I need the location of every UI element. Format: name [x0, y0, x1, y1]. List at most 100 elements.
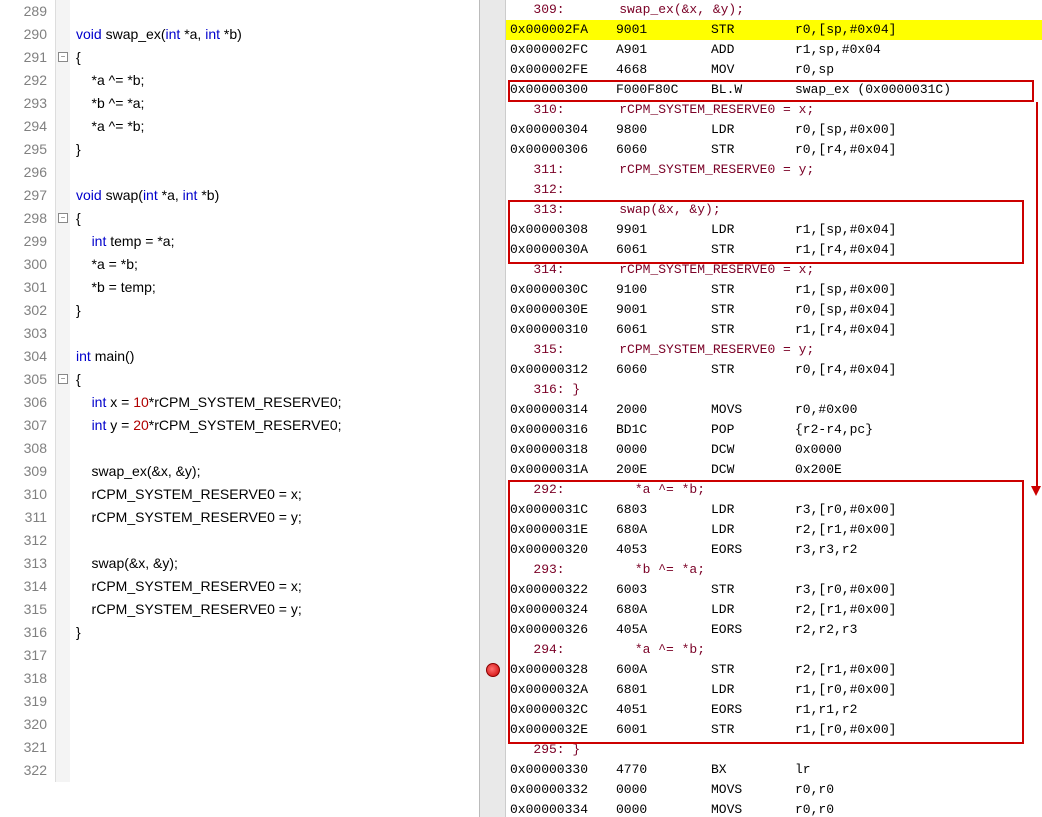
fold-gutter[interactable] [56, 230, 70, 253]
disasm-instruction[interactable]: 0x000002FA9001STRr0,[sp,#0x04] [506, 20, 1042, 40]
source-line[interactable]: 306 int x = 10*rCPM_SYSTEM_RESERVE0; [0, 391, 479, 414]
disasm-instruction[interactable]: 0x000003106061STRr1,[r4,#0x04] [506, 320, 1042, 340]
source-code-text[interactable]: void swap_ex(int *a, int *b) [70, 23, 242, 46]
source-line[interactable]: 310 rCPM_SYSTEM_RESERVE0 = x; [0, 483, 479, 506]
fold-gutter[interactable]: − [56, 46, 70, 69]
disasm-source-line[interactable]: 311: rCPM_SYSTEM_RESERVE0 = y; [506, 160, 1042, 180]
source-code-text[interactable]: } [70, 299, 81, 322]
source-line[interactable]: 312 [0, 529, 479, 552]
source-line[interactable]: 316} [0, 621, 479, 644]
fold-gutter[interactable] [56, 0, 70, 23]
disasm-instruction[interactable]: 0x000003204053EORSr3,r3,r2 [506, 540, 1042, 560]
fold-gutter[interactable] [56, 391, 70, 414]
source-code-text[interactable]: *a = *b; [70, 253, 138, 276]
fold-gutter[interactable] [56, 483, 70, 506]
source-line[interactable]: 322 [0, 759, 479, 782]
fold-gutter[interactable]: − [56, 207, 70, 230]
source-code-text[interactable] [70, 161, 76, 184]
source-code-text[interactable]: rCPM_SYSTEM_RESERVE0 = x; [70, 575, 302, 598]
disasm-instruction[interactable]: 0x000003049800LDRr0,[sp,#0x00] [506, 120, 1042, 140]
disasm-instruction[interactable]: 0x00000300F000F80CBL.Wswap_ex (0x0000031… [506, 80, 1042, 100]
fold-gutter[interactable] [56, 322, 70, 345]
source-code-text[interactable]: } [70, 138, 81, 161]
fold-gutter[interactable] [56, 621, 70, 644]
source-line[interactable]: 302} [0, 299, 479, 322]
disasm-instruction[interactable]: 0x000002FE4668MOVr0,sp [506, 60, 1042, 80]
source-code-text[interactable]: swap_ex(&x, &y); [70, 460, 200, 483]
source-code-text[interactable]: rCPM_SYSTEM_RESERVE0 = x; [70, 483, 302, 506]
source-code-text[interactable]: void swap(int *a, int *b) [70, 184, 219, 207]
source-code-text[interactable] [70, 736, 76, 759]
source-code-text[interactable] [70, 690, 76, 713]
disasm-source-line[interactable]: 312: [506, 180, 1042, 200]
source-line[interactable]: 304int main() [0, 345, 479, 368]
disasm-instruction[interactable]: 0x0000030A6061STRr1,[r4,#0x04] [506, 240, 1042, 260]
source-line[interactable]: 296 [0, 161, 479, 184]
source-code-text[interactable] [70, 529, 76, 552]
source-line[interactable]: 321 [0, 736, 479, 759]
disasm-instruction[interactable]: 0x000003320000MOVSr0,r0 [506, 780, 1042, 800]
disasm-instruction[interactable]: 0x00000316BD1CPOP{r2-r4,pc} [506, 420, 1042, 440]
source-line[interactable]: 320 [0, 713, 479, 736]
source-line[interactable]: 289 [0, 0, 479, 23]
source-line[interactable]: 301 *b = temp; [0, 276, 479, 299]
fold-gutter[interactable] [56, 690, 70, 713]
disasm-source-line[interactable]: 316: } [506, 380, 1042, 400]
fold-gutter[interactable] [56, 115, 70, 138]
breakpoint-icon[interactable] [486, 663, 500, 677]
fold-gutter[interactable] [56, 460, 70, 483]
source-line[interactable]: 300 *a = *b; [0, 253, 479, 276]
source-code-text[interactable] [70, 713, 76, 736]
disasm-instruction[interactable]: 0x00000328600ASTRr2,[r1,#0x00] [506, 660, 1042, 680]
source-code-text[interactable]: *a ^= *b; [70, 115, 144, 138]
source-line[interactable]: 298−{ [0, 207, 479, 230]
source-code-text[interactable]: int temp = *a; [70, 230, 174, 253]
disasm-instruction[interactable]: 0x000003126060STRr0,[r4,#0x04] [506, 360, 1042, 380]
source-line[interactable]: 291−{ [0, 46, 479, 69]
disasm-instruction[interactable]: 0x000002FCA901ADDr1,sp,#0x04 [506, 40, 1042, 60]
disasm-instruction[interactable]: 0x000003142000MOVSr0,#0x00 [506, 400, 1042, 420]
source-code-text[interactable]: { [70, 368, 81, 391]
fold-gutter[interactable] [56, 69, 70, 92]
fold-gutter[interactable] [56, 713, 70, 736]
fold-gutter[interactable] [56, 299, 70, 322]
fold-gutter[interactable] [56, 506, 70, 529]
source-code-text[interactable]: } [70, 621, 81, 644]
source-code-text[interactable]: *a ^= *b; [70, 69, 144, 92]
fold-gutter[interactable] [56, 253, 70, 276]
fold-gutter[interactable] [56, 345, 70, 368]
source-line[interactable]: 305−{ [0, 368, 479, 391]
fold-gutter[interactable] [56, 23, 70, 46]
source-code-text[interactable] [70, 437, 76, 460]
fold-gutter[interactable] [56, 667, 70, 690]
fold-gutter[interactable] [56, 414, 70, 437]
source-line[interactable]: 290void swap_ex(int *a, int *b) [0, 23, 479, 46]
disasm-instruction[interactable]: 0x0000031C6803LDRr3,[r0,#0x00] [506, 500, 1042, 520]
source-code-text[interactable] [70, 0, 76, 23]
source-code-text[interactable]: int y = 20*rCPM_SYSTEM_RESERVE0; [70, 414, 342, 437]
source-line[interactable]: 299 int temp = *a; [0, 230, 479, 253]
source-code-text[interactable] [70, 759, 76, 782]
disasm-instruction[interactable]: 0x000003089901LDRr1,[sp,#0x04] [506, 220, 1042, 240]
source-line[interactable]: 295} [0, 138, 479, 161]
fold-gutter[interactable] [56, 276, 70, 299]
source-code-text[interactable]: swap(&x, &y); [70, 552, 178, 575]
fold-gutter[interactable] [56, 736, 70, 759]
source-code-text[interactable]: int main() [70, 345, 134, 368]
disasm-instruction[interactable]: 0x0000032E6001STRr1,[r0,#0x00] [506, 720, 1042, 740]
source-line[interactable]: 318 [0, 667, 479, 690]
source-code-pane[interactable]: 289290void swap_ex(int *a, int *b)291−{ 2… [0, 0, 480, 817]
source-line[interactable]: 313 swap(&x, &y); [0, 552, 479, 575]
disasm-instruction[interactable]: 0x0000030C9100STRr1,[sp,#0x00] [506, 280, 1042, 300]
fold-minus-icon[interactable]: − [58, 52, 68, 62]
source-line[interactable]: 309 swap_ex(&x, &y); [0, 460, 479, 483]
fold-gutter[interactable] [56, 184, 70, 207]
source-code-text[interactable]: *b = temp; [70, 276, 156, 299]
source-line[interactable]: 317 [0, 644, 479, 667]
source-code-text[interactable] [70, 667, 76, 690]
fold-minus-icon[interactable]: − [58, 213, 68, 223]
fold-gutter[interactable] [56, 759, 70, 782]
disasm-source-line[interactable]: 313: swap(&x, &y); [506, 200, 1042, 220]
fold-minus-icon[interactable]: − [58, 374, 68, 384]
source-line[interactable]: 297void swap(int *a, int *b) [0, 184, 479, 207]
